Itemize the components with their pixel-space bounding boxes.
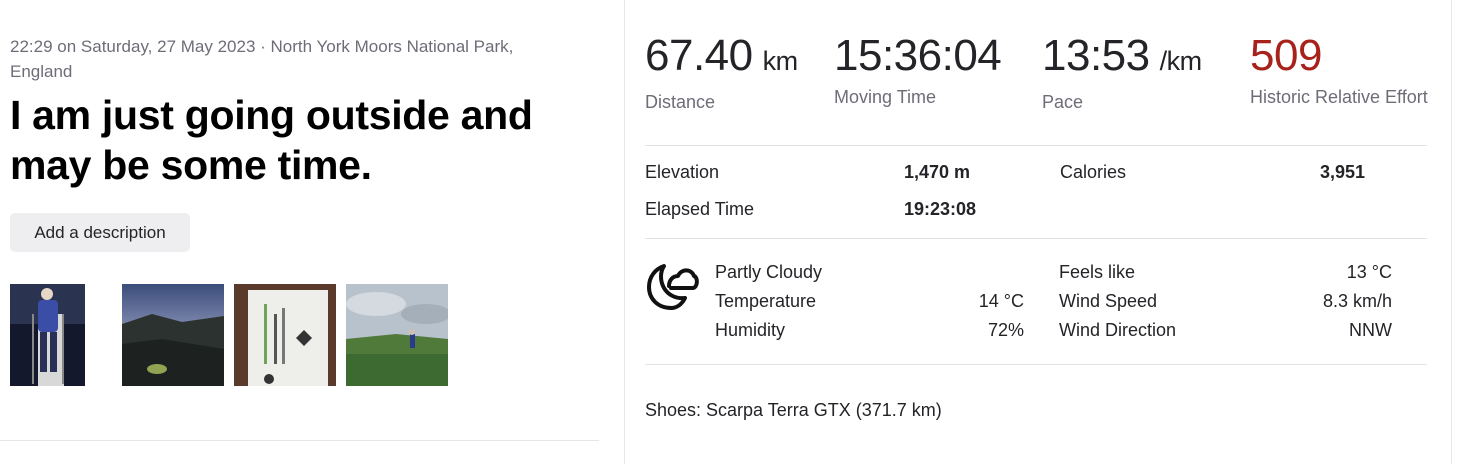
humidity-value: 72%	[987, 320, 1024, 340]
activity-summary: 22:29 on Saturday, 27 May 2023 · North Y…	[0, 0, 600, 464]
relative-effort-label: Historic Relative Effort	[1250, 87, 1428, 107]
feels-like-label: Feels like	[1059, 262, 1136, 282]
distance-label: Distance	[645, 92, 716, 112]
stats-divider	[645, 145, 1427, 146]
calories-value: 3,951	[1320, 162, 1366, 182]
photo-thumbnail-2[interactable]	[122, 284, 224, 386]
column-divider	[624, 0, 625, 464]
moving-time-value: 15:36:04	[834, 31, 1002, 80]
elevation-value: 1,470 m	[904, 162, 971, 182]
elapsed-time-label: Elapsed Time	[645, 199, 755, 219]
temperature-label: Temperature	[715, 291, 817, 311]
calories-label: Calories	[1060, 162, 1127, 182]
photo-thumbnail-3[interactable]	[234, 284, 336, 386]
weather-condition: Partly Cloudy	[715, 262, 823, 282]
details-divider	[645, 238, 1427, 239]
activity-title: I am just going outside and may be some …	[10, 92, 533, 188]
shoes-info[interactable]: Shoes: Scarpa Terra GTX (371.7 km)	[645, 399, 942, 421]
section-divider	[0, 440, 599, 441]
stat-moving-time: 15:36:04 Moving Time	[834, 30, 1002, 109]
wind-speed-value: 8.3 km/h	[1322, 291, 1392, 311]
relative-effort-value: 509	[1250, 31, 1322, 80]
photo-thumbnail-4[interactable]	[346, 284, 448, 386]
distance-value: 67.40 km	[645, 31, 798, 80]
wind-speed-label: Wind Speed	[1059, 291, 1158, 311]
column-border	[1451, 0, 1452, 464]
elevation-label: Elevation	[645, 162, 720, 182]
stat-distance: 67.40 km Distance	[645, 30, 798, 114]
wind-direction-label: Wind Direction	[1059, 320, 1177, 340]
pace-label: Pace	[1042, 92, 1084, 112]
weather-divider	[645, 364, 1427, 365]
photo-thumbnail-1[interactable]	[10, 284, 113, 386]
wind-direction-value: NNW	[1349, 320, 1392, 340]
humidity-label: Humidity	[715, 320, 786, 340]
temperature-value: 14 °C	[978, 291, 1024, 311]
elapsed-time-value: 19:23:08	[904, 199, 977, 219]
feels-like-value: 13 °C	[1346, 262, 1392, 282]
pace-value: 13:53/km	[1042, 31, 1202, 80]
stat-relative-effort[interactable]: 509 Historic Relative Effort	[1250, 30, 1430, 109]
activity-meta: 22:29 on Saturday, 27 May 2023 · North Y…	[10, 37, 514, 81]
add-description-button[interactable]: Add a description	[10, 213, 190, 252]
partly-cloudy-night-icon	[645, 260, 699, 314]
stat-pace: 13:53/km Pace	[1042, 30, 1202, 114]
moving-time-label: Moving Time	[834, 87, 937, 107]
